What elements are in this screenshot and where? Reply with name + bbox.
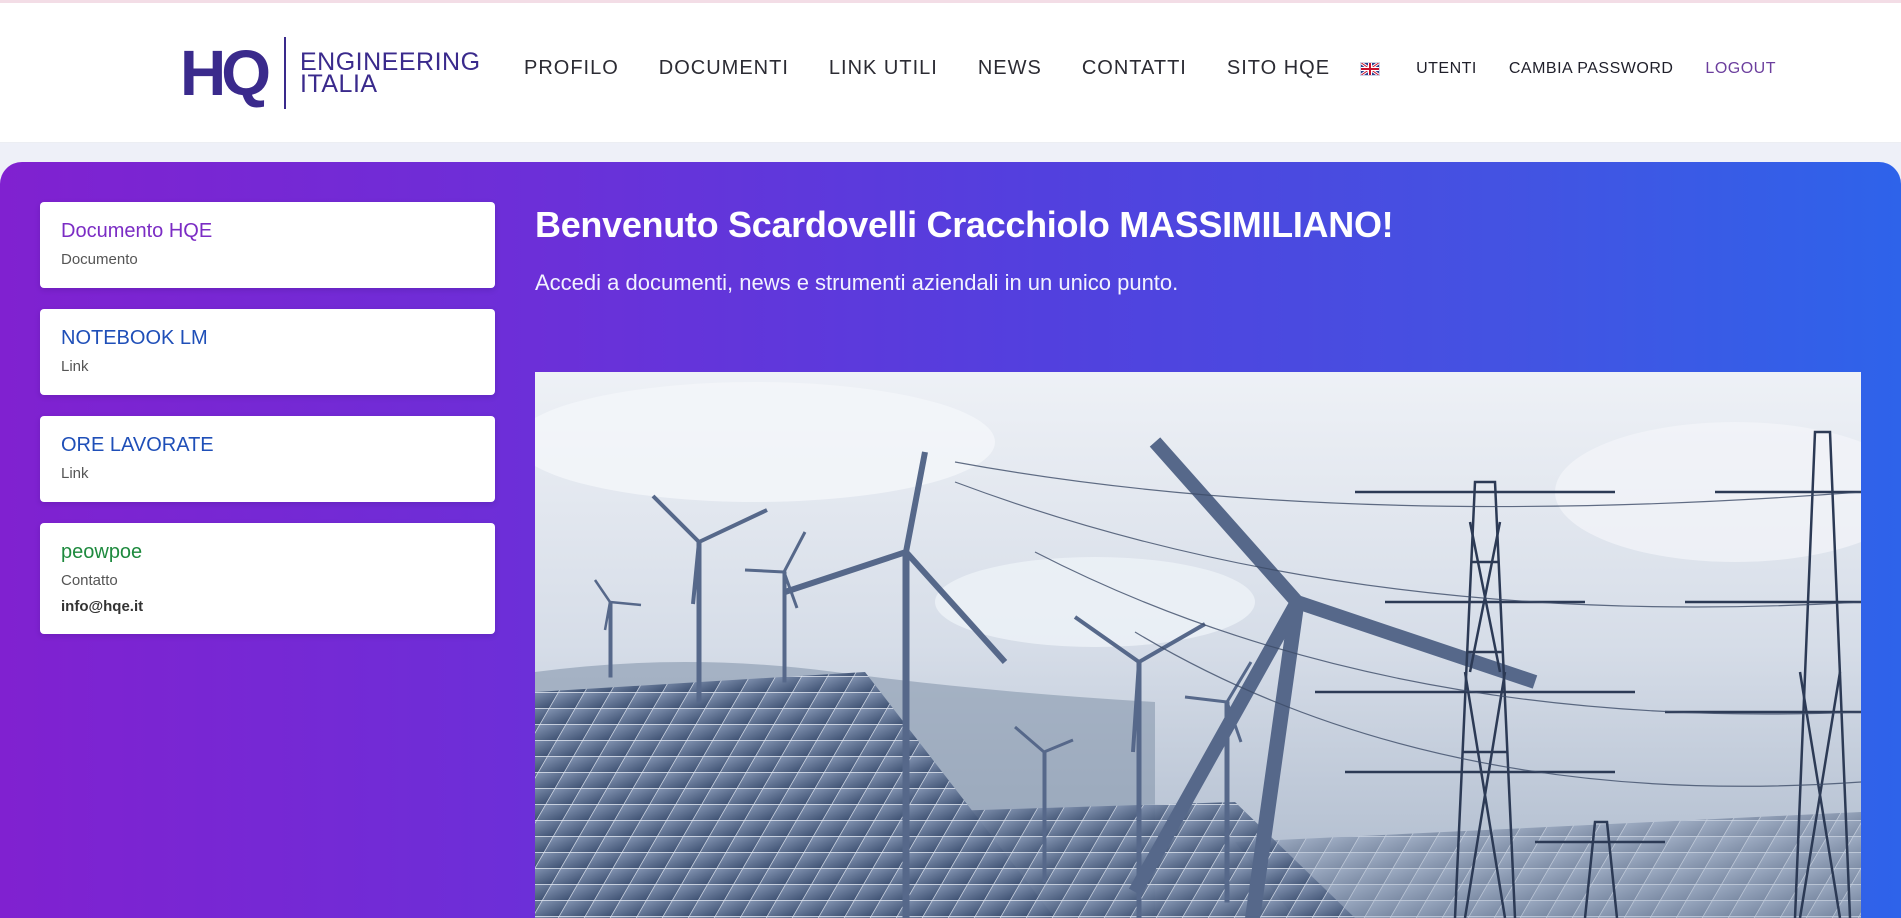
contact-email[interactable]: info@hqe.it bbox=[61, 598, 475, 616]
nav-profilo[interactable]: PROFILO bbox=[524, 57, 619, 80]
nav-documenti[interactable]: DOCUMENTI bbox=[659, 57, 789, 80]
nav-contatti[interactable]: CONTATTI bbox=[1082, 57, 1187, 80]
site-header: HQ ENGINEERING ITALIA PROFILO DOCUMENTI … bbox=[0, 3, 1901, 143]
card-contatto[interactable]: peowpoe Contatto info@hqe.it bbox=[40, 523, 495, 634]
hq-logo[interactable]: HQ ENGINEERING ITALIA bbox=[180, 36, 481, 110]
logout-link[interactable]: LOGOUT bbox=[1705, 60, 1776, 78]
utenti-link[interactable]: UTENTI bbox=[1416, 60, 1477, 78]
card-title: Documento HQE bbox=[61, 220, 213, 242]
logo-line-2: ITALIA bbox=[300, 70, 378, 98]
nav-sito-hqe[interactable]: SITO HQE bbox=[1227, 57, 1330, 80]
nav-news[interactable]: NEWS bbox=[978, 57, 1042, 80]
card-title: NOTEBOOK LM bbox=[61, 327, 208, 349]
uk-flag-icon[interactable] bbox=[1360, 61, 1381, 76]
welcome-heading: Benvenuto Scardovelli Cracchiolo MASSIMI… bbox=[535, 204, 1394, 245]
card-ore-lavorate[interactable]: ORE LAVORATE Link bbox=[40, 416, 495, 502]
cambia-password-link[interactable]: CAMBIA PASSWORD bbox=[1509, 60, 1674, 78]
hero-section: Documento HQE Documento NOTEBOOK LM Link… bbox=[0, 162, 1901, 918]
logo-divider bbox=[284, 37, 286, 109]
card-notebook-lm[interactable]: NOTEBOOK LM Link bbox=[40, 309, 495, 395]
nav-link-utili[interactable]: LINK UTILI bbox=[829, 57, 938, 80]
card-type: Link bbox=[61, 465, 89, 482]
card-title: ORE LAVORATE bbox=[61, 434, 214, 456]
card-type: Documento bbox=[61, 251, 138, 268]
renewable-energy-image bbox=[535, 372, 1861, 918]
logo-wordmark: ENGINEERING ITALIA bbox=[300, 50, 481, 98]
card-type: Link bbox=[61, 358, 89, 375]
welcome-subtitle: Accedi a documenti, news e strumenti azi… bbox=[535, 270, 1179, 295]
card-title: peowpoe bbox=[61, 541, 143, 563]
quick-access-cards: Documento HQE Documento NOTEBOOK LM Link… bbox=[40, 202, 495, 655]
card-type: Contatto bbox=[61, 572, 118, 589]
card-documento-hqe[interactable]: Documento HQE Documento bbox=[40, 202, 495, 288]
main-nav: PROFILO DOCUMENTI LINK UTILI NEWS CONTAT… bbox=[524, 57, 1776, 80]
logo-mark: HQ bbox=[180, 37, 271, 109]
